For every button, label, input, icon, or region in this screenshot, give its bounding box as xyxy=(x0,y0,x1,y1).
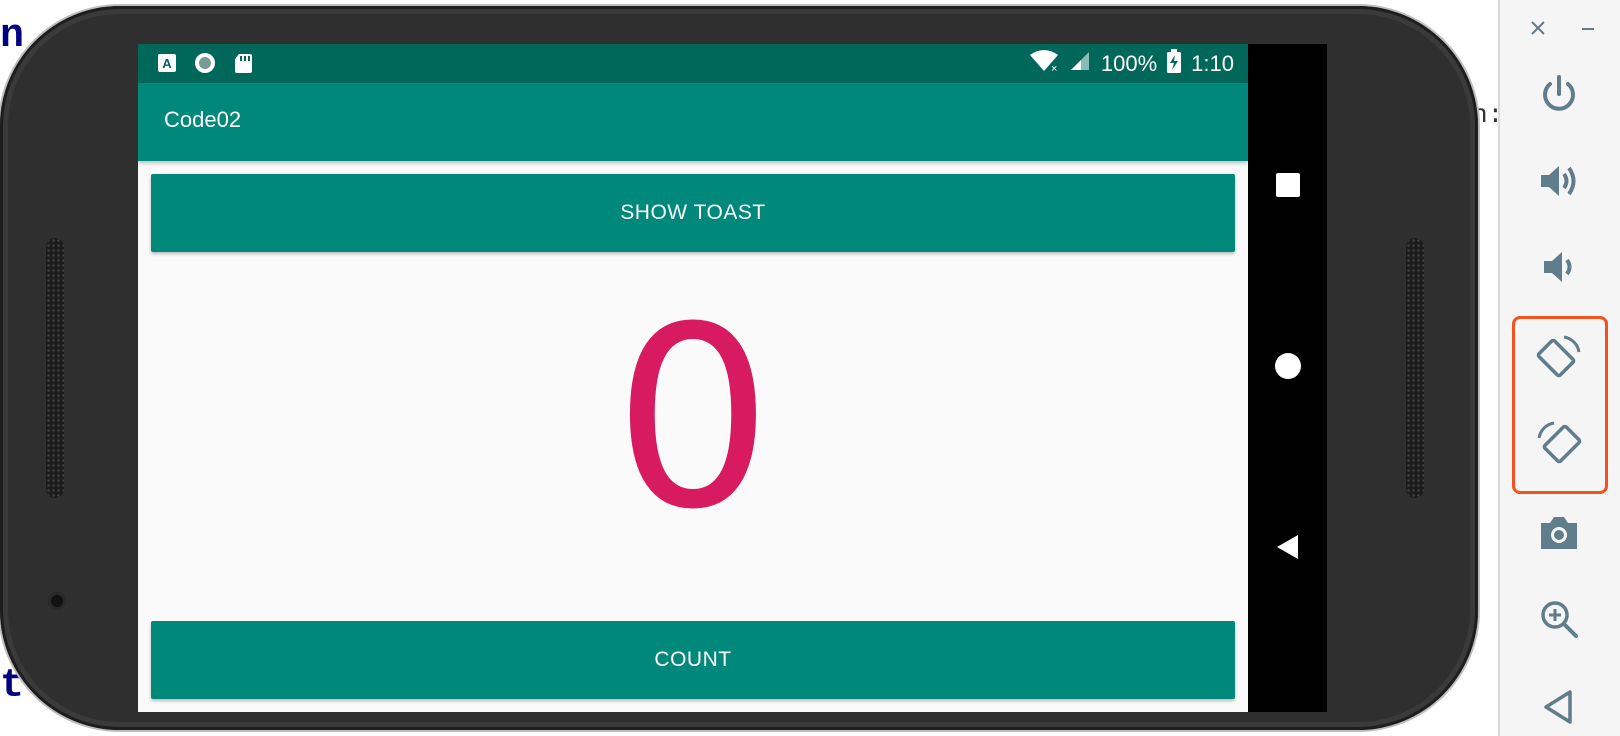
app-window: A × 100% 1:10 Code02 SHOW TOAST 0 COUNT xyxy=(138,44,1248,712)
count-button[interactable]: COUNT xyxy=(151,621,1235,699)
volume-down-icon[interactable] xyxy=(1536,244,1582,290)
record-icon xyxy=(194,52,216,74)
recents-icon[interactable] xyxy=(1275,172,1301,203)
background-editor-edge xyxy=(140,0,1070,5)
app-title: Code02 xyxy=(164,107,242,132)
window-controls xyxy=(1528,18,1608,42)
signal-icon xyxy=(1069,50,1091,78)
device-frame: A × 100% 1:10 Code02 SHOW TOAST 0 COUNT xyxy=(0,6,1478,730)
device-screen: A × 100% 1:10 Code02 SHOW TOAST 0 COUNT xyxy=(138,44,1327,712)
volume-up-icon[interactable] xyxy=(1536,158,1582,204)
zoom-icon[interactable] xyxy=(1536,596,1582,642)
a-notification-icon: A xyxy=(156,52,178,74)
battery-charging-icon xyxy=(1167,48,1182,79)
svg-text:×: × xyxy=(1051,63,1057,73)
front-camera xyxy=(48,592,66,610)
wifi-no-connection-icon: × xyxy=(1029,49,1059,79)
back-icon[interactable] xyxy=(1536,684,1582,730)
status-bar: A × 100% 1:10 xyxy=(138,44,1248,83)
rotate-right-icon[interactable] xyxy=(1536,420,1582,466)
rotate-left-icon[interactable] xyxy=(1536,334,1582,380)
minimize-icon[interactable] xyxy=(1578,18,1598,43)
navigation-bar xyxy=(1248,44,1327,712)
svg-text:A: A xyxy=(162,56,172,71)
emulator-toolbar xyxy=(1498,0,1620,736)
status-time: 1:10 xyxy=(1191,50,1234,76)
power-icon[interactable] xyxy=(1536,72,1582,118)
speaker-grill xyxy=(46,238,64,498)
app-bar: Code02 xyxy=(138,83,1248,161)
close-icon[interactable] xyxy=(1528,18,1548,43)
show-toast-button[interactable]: SHOW TOAST xyxy=(151,174,1235,252)
speaker-grill xyxy=(1406,238,1424,498)
sd-card-icon xyxy=(232,52,254,74)
battery-level: 100% xyxy=(1100,50,1158,76)
background-code-fragment: n xyxy=(0,14,25,59)
camera-icon[interactable] xyxy=(1536,510,1582,556)
back-icon[interactable] xyxy=(1275,534,1301,565)
count-display: 0 xyxy=(613,273,773,564)
home-icon[interactable] xyxy=(1275,353,1301,384)
